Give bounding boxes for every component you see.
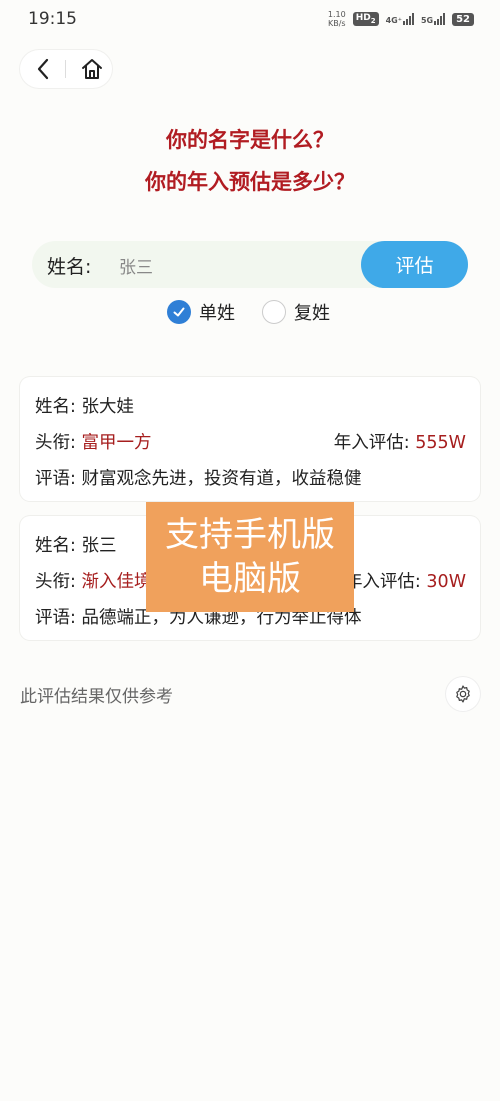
comment-label: 评语:	[35, 469, 76, 489]
result-title: 富甲一方	[81, 433, 152, 453]
result-comment: 财富观念先进，投资有道，收益稳健	[81, 469, 362, 489]
name-input-label: 姓名:	[47, 256, 92, 278]
page-title-question-name: 你的名字是什么？	[166, 128, 334, 152]
nav-capsule	[20, 50, 112, 88]
name-input-row: 姓名: 评估	[32, 241, 468, 288]
promo-line1: 支持手机版	[165, 515, 335, 555]
income-value: 30W	[426, 572, 466, 592]
evaluate-button[interactable]: 评估	[361, 241, 468, 288]
radio-single-surname[interactable]: 单姓	[167, 299, 235, 325]
income-label: 年入评估:	[344, 572, 421, 592]
signal-4g-icon: 4G⁺	[386, 13, 414, 25]
nav-divider	[65, 60, 66, 78]
result-income: 年入评估: 30W	[345, 568, 466, 593]
result-name: 张三	[81, 536, 117, 556]
home-icon[interactable]	[78, 55, 106, 83]
promo-line2: 电脑版	[199, 559, 301, 599]
title-label: 头衔:	[35, 572, 76, 592]
result-card: 姓名: 张大娃 头衔: 富甲一方 年入评估: 555W 评语: 财富观念先进，投…	[20, 377, 480, 501]
name-label: 姓名:	[35, 397, 76, 417]
result-title-line: 头衔: 渐入佳境	[35, 568, 151, 593]
result-income: 年入评估: 555W	[334, 429, 466, 454]
network-speed-unit: KB/s	[327, 19, 346, 28]
result-comment-line: 评语: 财富观念先进，投资有道，收益稳健	[35, 465, 361, 490]
name-input[interactable]	[117, 249, 361, 281]
radio-single-label: 单姓	[199, 303, 235, 324]
signal-5g-icon: 5G	[421, 13, 446, 25]
page-title-question-income: 你的年入预估是多少？	[145, 170, 355, 194]
result-name-line: 姓名: 张大娃	[35, 393, 134, 418]
comment-label: 评语:	[35, 608, 76, 628]
disclaimer-text: 此评估结果仅供参考	[20, 687, 173, 707]
check-icon[interactable]	[167, 300, 191, 324]
income-value: 555W	[415, 433, 466, 453]
network-speed: 1.10 KB/s	[328, 10, 346, 28]
radio-empty-icon[interactable]	[262, 300, 286, 324]
result-title-line: 头衔: 富甲一方	[35, 429, 151, 454]
battery-icon: 52	[452, 12, 474, 26]
name-label: 姓名:	[35, 536, 76, 556]
status-time: 19:15	[28, 9, 77, 29]
title-label: 头衔:	[35, 433, 76, 453]
gear-icon[interactable]	[446, 677, 480, 711]
status-icons: 1.10 KB/s HD2 4G⁺ 5G 52	[328, 10, 474, 28]
result-title: 渐入佳境	[81, 572, 152, 592]
chevron-left-icon[interactable]	[30, 55, 58, 83]
result-name: 张大娃	[81, 397, 134, 417]
status-bar: 19:15 1.10 KB/s HD2 4G⁺ 5G 52	[0, 0, 500, 38]
radio-double-label: 复姓	[294, 303, 330, 324]
hd-icon: HD2	[352, 12, 379, 26]
income-label: 年入评估:	[333, 433, 410, 453]
promo-overlay: 支持手机版 电脑版	[146, 502, 354, 612]
result-name-line: 姓名: 张三	[35, 532, 116, 557]
radio-double-surname[interactable]: 复姓	[262, 299, 330, 325]
network-speed-value: 1.10	[327, 10, 346, 19]
